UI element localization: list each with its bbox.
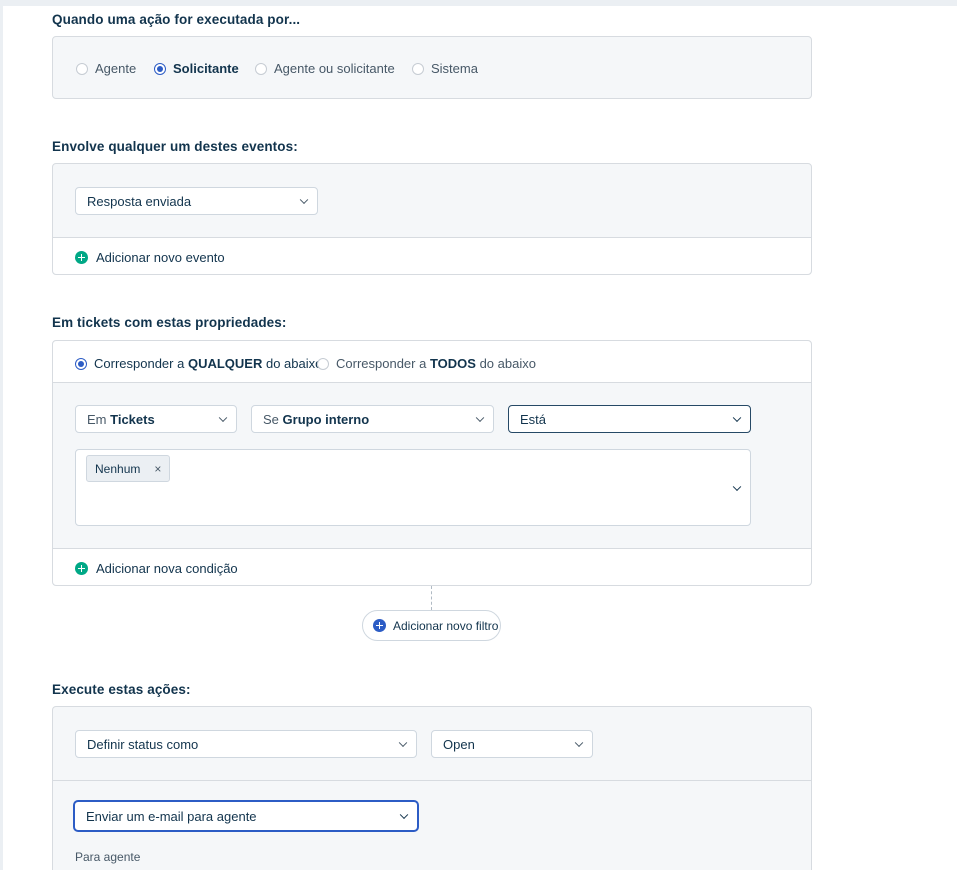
chevron-down-icon xyxy=(475,413,485,423)
connector-line xyxy=(431,586,432,610)
events-footer: Adicionar novo evento xyxy=(53,237,811,274)
close-icon[interactable]: × xyxy=(154,462,161,476)
radio-button[interactable] xyxy=(76,62,88,75)
radio-solicitante[interactable]: Solicitante xyxy=(154,61,239,76)
action-email-select[interactable]: Enviar um e-mail para agente xyxy=(73,800,419,832)
events-box: Resposta enviada Adicionar novo evento xyxy=(52,163,812,275)
action-type-select[interactable]: Definir status como xyxy=(75,730,417,758)
radio-label: Solicitante xyxy=(173,61,239,76)
radio-agente[interactable]: Agente xyxy=(76,61,136,76)
actions-section-title: Execute estas ações: xyxy=(52,682,191,697)
match-all-suffix: do abaixo xyxy=(479,356,536,371)
scope-prefix: Em xyxy=(87,411,107,427)
conditions-footer: Adicionar nova condição xyxy=(53,548,811,585)
event-select[interactable]: Resposta enviada xyxy=(75,187,318,215)
plus-circle-icon xyxy=(373,619,386,632)
add-filter-button[interactable]: Adicionar novo filtro xyxy=(362,610,501,641)
radio-button[interactable] xyxy=(412,62,424,75)
chevron-down-icon xyxy=(399,810,409,820)
condition-operator-select[interactable]: Está xyxy=(508,405,751,433)
match-all-keyword: TODOS xyxy=(429,356,476,371)
value-tag-label: Nenhum xyxy=(95,461,141,476)
chevron-down-icon xyxy=(218,413,228,423)
radio-match-all[interactable]: Corresponder a TODOS do abaixo xyxy=(317,356,536,371)
chevron-down-icon xyxy=(732,482,742,491)
status-value: Open xyxy=(443,736,475,752)
action1-value: Definir status como xyxy=(87,736,199,752)
match-any-prefix: Corresponder a xyxy=(94,356,185,371)
operator-value: Está xyxy=(520,411,547,427)
automation-rule-editor: Quando uma ação for executada por... Age… xyxy=(3,6,957,870)
plus-circle-icon xyxy=(75,251,88,264)
actions-box: Definir status como Open Enviar um e-mai… xyxy=(52,706,812,870)
value-tag: Nenhum × xyxy=(86,455,171,482)
radio-match-any[interactable]: Corresponder a QUALQUER do abaixo xyxy=(75,356,322,371)
radio-label: Sistema xyxy=(431,61,478,76)
conditions-box: Corresponder a QUALQUER do abaixo Corres… xyxy=(52,340,812,586)
radio-label: Agente xyxy=(95,61,137,76)
to-agent-label: Para agente xyxy=(75,850,141,864)
match-any-suffix: do abaixo xyxy=(265,356,323,371)
trigger-box: Agente Solicitante Agente ou solicitante… xyxy=(52,36,812,99)
field-value: Grupo interno xyxy=(282,411,370,427)
radio-button[interactable] xyxy=(317,357,329,370)
chevron-down-icon xyxy=(574,738,584,748)
action2-value: Enviar um e-mail para agente xyxy=(86,808,257,824)
radio-button[interactable] xyxy=(154,62,166,75)
radio-sistema[interactable]: Sistema xyxy=(412,61,478,76)
events-section-title: Envolve qualquer um destes eventos: xyxy=(52,139,298,154)
field-prefix: Se xyxy=(263,411,279,427)
actions-divider xyxy=(53,780,811,781)
condition-field-select[interactable]: Se Grupo interno xyxy=(251,405,494,433)
match-type-bar: Corresponder a QUALQUER do abaixo Corres… xyxy=(53,341,811,383)
radio-label: Corresponder a QUALQUER do abaixo xyxy=(94,356,322,371)
status-value-select[interactable]: Open xyxy=(431,730,593,758)
conditions-section-title: Em tickets com estas propriedades: xyxy=(52,315,287,330)
chevron-down-icon xyxy=(732,413,742,423)
chevron-down-icon xyxy=(299,195,309,205)
condition-scope-select[interactable]: Em Tickets xyxy=(75,405,237,433)
radio-button[interactable] xyxy=(255,62,267,75)
radio-button[interactable] xyxy=(75,357,87,370)
radio-agente-ou-solicitante[interactable]: Agente ou solicitante xyxy=(255,61,395,76)
match-any-keyword: QUALQUER xyxy=(187,356,263,371)
add-event-link[interactable]: Adicionar novo evento xyxy=(75,250,225,265)
radio-label: Corresponder a TODOS do abaixo xyxy=(336,356,536,371)
radio-label: Agente ou solicitante xyxy=(274,61,395,76)
chevron-down-icon xyxy=(398,738,408,748)
scope-value: Tickets xyxy=(110,411,155,427)
event-select-value: Resposta enviada xyxy=(87,193,192,209)
add-event-label: Adicionar novo evento xyxy=(96,250,225,265)
add-condition-label: Adicionar nova condição xyxy=(96,561,238,576)
plus-circle-icon xyxy=(75,562,88,575)
condition-values-multiselect[interactable]: Nenhum × xyxy=(75,449,751,526)
match-all-prefix: Corresponder a xyxy=(336,356,427,371)
trigger-section-title: Quando uma ação for executada por... xyxy=(52,12,301,27)
add-filter-label: Adicionar novo filtro xyxy=(393,618,499,633)
add-condition-link[interactable]: Adicionar nova condição xyxy=(75,561,238,576)
